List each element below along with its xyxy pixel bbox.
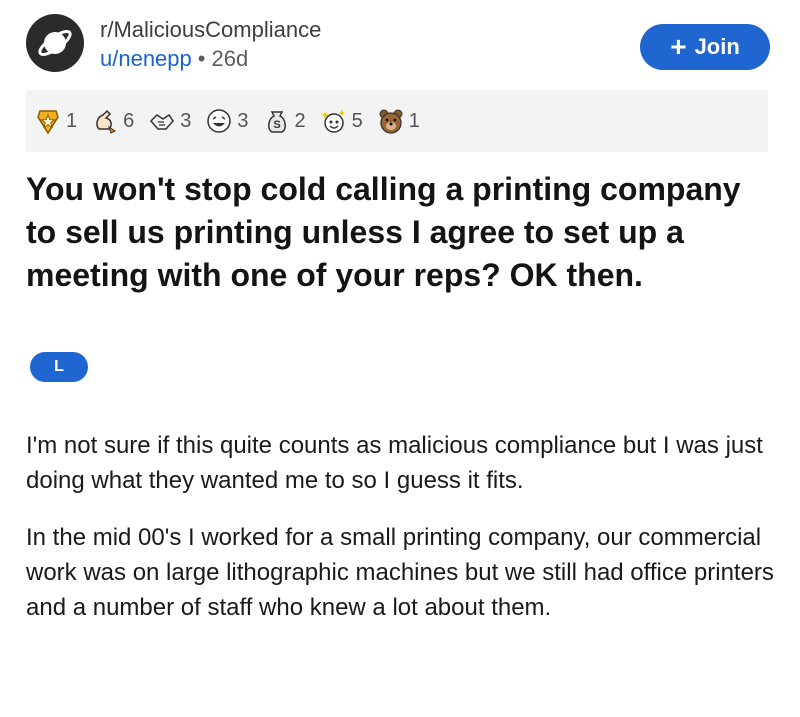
post-age: 26d (211, 46, 249, 71)
subreddit-name[interactable]: r/MaliciousCompliance (100, 16, 321, 44)
rocket-hand-icon (96, 109, 117, 134)
award-item[interactable]: 5 (320, 107, 363, 135)
award-item[interactable]: S 2 (263, 107, 306, 135)
subreddit-avatar[interactable] (26, 14, 84, 72)
post-header: r/MaliciousCompliance u/nenepp • 26d + Joi… (26, 14, 776, 78)
award-count: 3 (180, 109, 192, 132)
body-paragraph: I'm not sure if this quite counts as mal… (26, 432, 763, 494)
svg-text:S: S (273, 119, 280, 131)
award-count: 1 (408, 109, 420, 132)
award-count: 6 (123, 109, 135, 132)
laughing-face-icon (207, 109, 232, 133)
post-title[interactable]: You won't stop cold calling a printing c… (26, 168, 766, 297)
join-label: Join (694, 34, 740, 59)
author-link[interactable]: u/nenepp (100, 46, 192, 71)
bear-icon (379, 109, 403, 134)
post-meta: r/MaliciousCompliance u/nenepp • 26d (100, 16, 321, 74)
award-count: 2 (294, 109, 306, 132)
join-button[interactable]: + Join (640, 24, 770, 70)
sparkle-face-icon (320, 110, 345, 133)
body-paragraph: In the mid 00's I worked for a small pri… (26, 524, 774, 621)
award-count: 3 (237, 109, 249, 132)
dollar-bag-icon: S (267, 111, 286, 133)
awards-bar[interactable]: 1 6 3 3 S 2 5 1 (26, 90, 768, 152)
star-badge-icon (37, 110, 59, 135)
award-item[interactable]: 6 (91, 107, 134, 135)
post-body: I'm not sure if this quite counts as mal… (26, 428, 776, 647)
author-line: u/nenepp • 26d (100, 44, 321, 74)
award-item[interactable]: 3 (148, 107, 191, 135)
award-count: 1 (66, 109, 78, 132)
award-item[interactable]: 1 (34, 107, 77, 135)
award-item[interactable]: 1 (377, 107, 420, 135)
award-item[interactable]: 3 (205, 107, 249, 135)
shaking-hands-icon (150, 113, 175, 130)
planet-icon (38, 30, 72, 56)
plus-icon: + (670, 31, 687, 62)
award-count: 5 (351, 109, 363, 132)
separator-dot: • (197, 46, 206, 71)
post-flair[interactable]: L (30, 352, 88, 382)
